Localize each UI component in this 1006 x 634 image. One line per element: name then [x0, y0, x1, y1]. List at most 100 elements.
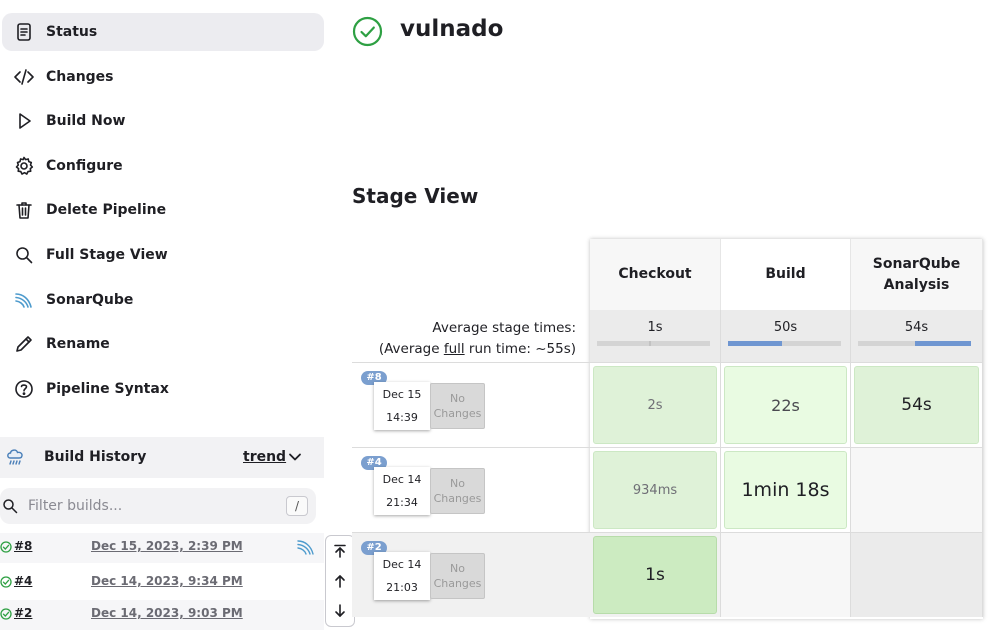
average-run-prefix: (Average — [378, 341, 444, 357]
stage-duration: 1s — [645, 565, 665, 585]
sonarqube-icon — [13, 289, 35, 311]
success-icon — [0, 608, 12, 620]
sonarqube-icon[interactable] — [296, 537, 316, 557]
average-time-bar-fill — [649, 341, 652, 346]
sidebar-item-sonarqube[interactable]: SonarQube — [2, 281, 324, 319]
build-history-header: Build History trend — [0, 437, 324, 478]
run-row: #8 Dec 15 14:39 No Changes — [352, 362, 590, 447]
sidebar-item-pipeline-syntax[interactable]: Pipeline Syntax — [2, 370, 324, 408]
stage-duration: 22s — [771, 395, 800, 415]
build-date-link[interactable]: Dec 15, 2023, 2:39 PM — [91, 539, 243, 553]
build-date-link[interactable]: Dec 14, 2023, 9:34 PM — [91, 574, 243, 588]
sidebar-item-label: Status — [46, 24, 98, 40]
build-number-link[interactable]: #8 — [14, 539, 32, 553]
no-changes-box: No Changes — [430, 383, 485, 429]
run-date: Dec 14 21:34 — [374, 467, 430, 515]
sidebar-item-label: Full Stage View — [46, 247, 168, 263]
gear-icon — [13, 155, 35, 177]
stage-cell[interactable]: 934ms — [590, 447, 721, 532]
run-date: Dec 15 14:39 — [374, 382, 430, 430]
build-history-row[interactable]: #8 Dec 15, 2023, 2:39 PM — [0, 533, 324, 563]
run-row: #4 Dec 14 21:34 No Changes — [352, 447, 590, 532]
average-time: 50s — [773, 320, 798, 335]
filter-builds: / — [0, 488, 316, 524]
average-time-bar-fill — [728, 341, 783, 346]
scroll-top-button[interactable] — [326, 536, 354, 566]
search-icon — [13, 244, 35, 266]
average-time: 54s — [904, 320, 929, 335]
stage-header-sonarqube-analysis: SonarQube Analysis — [851, 239, 983, 310]
scroll-nav-buttons — [325, 535, 355, 627]
sidebar-item-configure[interactable]: Configure — [2, 147, 324, 185]
average-time-bar — [597, 341, 710, 346]
stage-view-title: Stage View — [352, 184, 479, 208]
filter-builds-input[interactable] — [28, 495, 268, 517]
pencil-icon — [13, 333, 35, 355]
average-time-bar — [728, 341, 841, 346]
stage-duration: 1min 18s — [741, 479, 830, 501]
stage-cell[interactable]: 1min 18s — [721, 447, 851, 532]
arrow-to-top-icon — [334, 544, 346, 558]
sidebar-item-label: Delete Pipeline — [46, 202, 167, 218]
no-changes-box: No Changes — [430, 553, 485, 599]
stage-header-checkout: Checkout — [590, 239, 721, 310]
run-date: Dec 14 21:03 — [374, 552, 430, 600]
stage-cell-empty — [851, 532, 983, 617]
full-run-link[interactable]: full — [444, 341, 465, 357]
arrow-down-icon — [335, 604, 345, 617]
success-icon — [352, 16, 383, 47]
scroll-down-button[interactable] — [326, 596, 354, 626]
run-date-time: 21:34 — [386, 496, 418, 509]
arrow-up-icon — [335, 575, 345, 588]
sidebar-item-label: Pipeline Syntax — [46, 381, 169, 397]
chevron-down-icon[interactable] — [288, 450, 302, 464]
trend-link[interactable]: trend — [243, 449, 286, 465]
build-number-link[interactable]: #2 — [14, 606, 32, 620]
keyboard-shortcut-hint: / — [286, 496, 308, 516]
sidebar-item-delete-pipeline[interactable]: Delete Pipeline — [2, 191, 324, 229]
status-icon — [13, 21, 35, 43]
average-stage-times-label: Average stage times: — [432, 320, 576, 336]
average-time-bar-fill — [914, 341, 971, 346]
stage-duration: 2s — [647, 397, 663, 413]
page-title: vulnado — [400, 16, 504, 42]
average-time-bar — [858, 341, 971, 346]
sidebar-item-build-now[interactable]: Build Now — [2, 102, 324, 140]
stage-cell-empty — [721, 532, 851, 617]
sidebar-item-label: Changes — [46, 69, 114, 85]
stage-header-build: Build — [721, 239, 851, 310]
sidebar-item-label: Build Now — [46, 113, 126, 129]
sidebar-item-label: Rename — [46, 336, 110, 352]
success-icon — [0, 576, 12, 588]
stage-cell[interactable]: 22s — [721, 362, 851, 447]
run-date-day: Dec 14 — [382, 473, 422, 486]
sidebar-item-status[interactable]: Status — [2, 13, 324, 51]
stage-cell[interactable]: 54s — [851, 362, 983, 447]
run-row: #2 Dec 14 21:03 No Changes — [352, 532, 590, 617]
stage-cell[interactable]: 2s — [590, 362, 721, 447]
scroll-up-button[interactable] — [326, 566, 354, 596]
build-history-row[interactable]: #2 Dec 14, 2023, 9:03 PM — [0, 600, 324, 630]
sidebar-item-rename[interactable]: Rename — [2, 325, 324, 363]
build-history-row[interactable]: #4 Dec 14, 2023, 9:34 PM — [0, 568, 324, 598]
average-time-cell: 54s — [851, 310, 983, 362]
play-icon — [13, 110, 35, 132]
stage-duration: 54s — [901, 395, 932, 415]
sidebar-item-full-stage-view[interactable]: Full Stage View — [2, 236, 324, 274]
average-run-suffix: run time: ~55s) — [464, 341, 576, 357]
code-icon — [13, 66, 35, 88]
stage-cell[interactable]: 1s — [590, 532, 721, 617]
average-time-cell: 50s — [721, 310, 851, 362]
sidebar-item-label: Configure — [46, 158, 123, 174]
build-date-link[interactable]: Dec 14, 2023, 9:03 PM — [91, 606, 243, 620]
trash-icon — [13, 199, 35, 221]
stage-cell-empty — [851, 447, 983, 532]
sidebar-item-changes[interactable]: Changes — [2, 58, 324, 96]
sidebar-item-label: SonarQube — [46, 292, 134, 308]
run-date-day: Dec 15 — [382, 388, 422, 401]
build-history-title: Build History — [44, 449, 147, 465]
weather-rain-icon — [7, 449, 23, 465]
build-number-link[interactable]: #4 — [14, 574, 32, 588]
help-icon — [13, 378, 35, 400]
search-icon — [3, 499, 18, 514]
